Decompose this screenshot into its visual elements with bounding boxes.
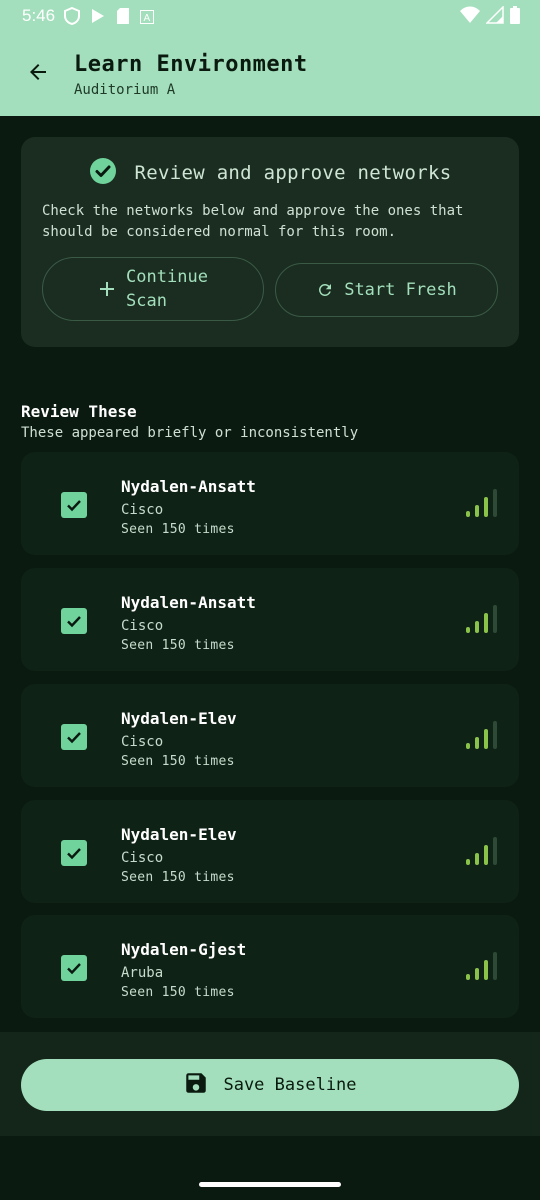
signal-strength-icon bbox=[466, 952, 497, 980]
plus-icon bbox=[98, 280, 116, 298]
continue-scan-button[interactable]: Continue Scan bbox=[42, 257, 264, 321]
network-name: Nydalen-Ansatt bbox=[121, 477, 256, 496]
page-subtitle: Auditorium A bbox=[74, 82, 176, 98]
status-time: 5:46 bbox=[22, 6, 56, 25]
signal-strength-icon bbox=[466, 605, 497, 633]
network-checkbox[interactable] bbox=[61, 955, 87, 981]
section-subtitle: These appeared briefly or inconsistently bbox=[21, 425, 359, 441]
back-button[interactable] bbox=[20, 56, 56, 92]
save-baseline-button[interactable]: Save Baseline bbox=[21, 1059, 519, 1111]
network-seen-count: Seen 150 times bbox=[121, 522, 235, 537]
network-item[interactable]: Nydalen-Ansatt Cisco Seen 150 times bbox=[21, 568, 519, 671]
bottom-action-bar: Save Baseline bbox=[0, 1032, 540, 1136]
network-name: Nydalen-Ansatt bbox=[121, 593, 256, 612]
cell-signal-icon bbox=[485, 5, 504, 28]
network-item[interactable]: Nydalen-Ansatt Cisco Seen 150 times bbox=[21, 452, 519, 555]
arrow-back-icon bbox=[26, 60, 50, 88]
save-icon bbox=[183, 1070, 209, 1101]
status-bar: 5:46 A bbox=[0, 0, 540, 34]
continue-scan-label-line1: Continue bbox=[126, 267, 208, 287]
review-description: Check the networks below and approve the… bbox=[42, 203, 464, 240]
battery-icon bbox=[510, 6, 520, 28]
font-a-icon: A bbox=[140, 9, 154, 28]
network-checkbox[interactable] bbox=[61, 840, 87, 866]
save-baseline-label: Save Baseline bbox=[223, 1075, 357, 1095]
network-checkbox[interactable] bbox=[61, 724, 87, 750]
network-vendor: Aruba bbox=[121, 965, 164, 981]
network-item[interactable]: Nydalen-Elev Cisco Seen 150 times bbox=[21, 800, 519, 903]
page-title: Learn Environment bbox=[74, 52, 308, 77]
sd-card-icon bbox=[116, 7, 130, 29]
svg-text:A: A bbox=[144, 13, 151, 24]
network-name: Nydalen-Gjest bbox=[121, 940, 247, 959]
start-fresh-button[interactable]: Start Fresh bbox=[275, 263, 498, 317]
shield-icon bbox=[64, 6, 80, 29]
network-vendor: Cisco bbox=[121, 618, 164, 634]
continue-scan-label: Continue Scan bbox=[126, 265, 208, 313]
review-card: Review and approve networks Check the ne… bbox=[21, 137, 519, 347]
network-seen-count: Seen 150 times bbox=[121, 638, 235, 653]
network-item[interactable]: Nydalen-Gjest Aruba Seen 150 times bbox=[21, 915, 519, 1018]
home-gesture-handle[interactable] bbox=[199, 1182, 341, 1187]
review-title: Review and approve networks bbox=[134, 162, 452, 184]
start-fresh-label: Start Fresh bbox=[344, 280, 457, 300]
status-icons-left: A bbox=[64, 6, 154, 29]
network-name: Nydalen-Elev bbox=[121, 709, 237, 728]
refresh-icon bbox=[316, 281, 334, 299]
signal-strength-icon bbox=[466, 489, 497, 517]
network-checkbox[interactable] bbox=[61, 492, 87, 518]
navigation-bar bbox=[0, 1136, 540, 1200]
network-seen-count: Seen 150 times bbox=[121, 754, 235, 769]
main-content: Review and approve networks Check the ne… bbox=[0, 116, 540, 1032]
app-bar: Learn Environment Auditorium A bbox=[0, 34, 540, 116]
network-item[interactable]: Nydalen-Elev Cisco Seen 150 times bbox=[21, 684, 519, 787]
network-vendor: Cisco bbox=[121, 850, 164, 866]
continue-scan-label-line2: Scan bbox=[126, 291, 167, 311]
network-vendor: Cisco bbox=[121, 734, 164, 750]
review-header: Review and approve networks bbox=[21, 157, 519, 189]
network-name: Nydalen-Elev bbox=[121, 825, 237, 844]
signal-strength-icon bbox=[466, 837, 497, 865]
section-title: Review These bbox=[21, 402, 137, 421]
signal-strength-icon bbox=[466, 721, 497, 749]
network-seen-count: Seen 150 times bbox=[121, 985, 235, 1000]
wifi-icon bbox=[460, 6, 480, 28]
status-icons-right bbox=[460, 5, 520, 28]
network-seen-count: Seen 150 times bbox=[121, 870, 235, 885]
check-circle-icon bbox=[89, 157, 117, 189]
play-store-icon bbox=[90, 7, 106, 29]
network-checkbox[interactable] bbox=[61, 608, 87, 634]
network-vendor: Cisco bbox=[121, 502, 164, 518]
